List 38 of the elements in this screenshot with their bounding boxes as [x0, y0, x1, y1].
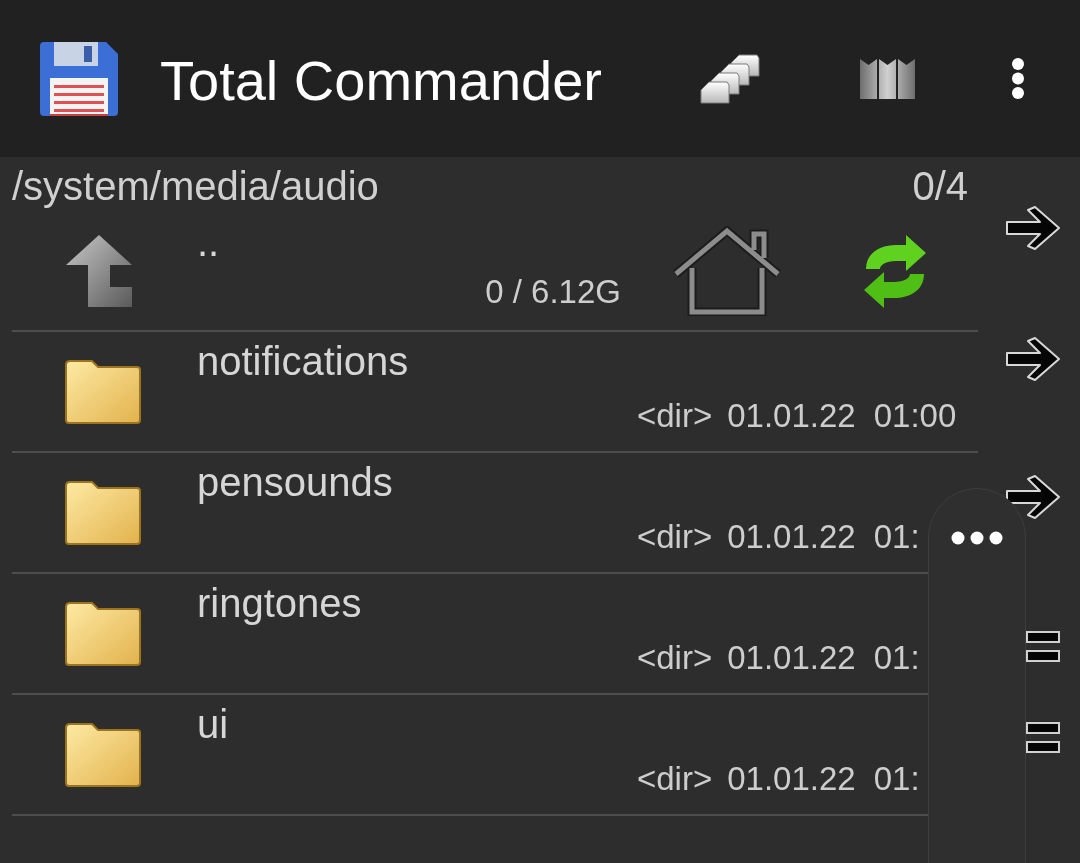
stacked-cards-icon[interactable]	[700, 52, 760, 105]
two-bars-icon[interactable]	[1026, 722, 1060, 753]
file-date: 01.01.22	[727, 762, 856, 796]
file-date: 01.01.22	[727, 520, 856, 554]
folder-name[interactable]: ringtones	[197, 583, 362, 623]
up-arrow-icon[interactable]	[66, 235, 132, 307]
two-bars-icon[interactable]	[1026, 631, 1060, 662]
arrow-right-icon[interactable]	[1005, 474, 1061, 520]
folder-icon	[64, 358, 142, 425]
ellipsis-icon	[951, 531, 1003, 545]
selection-count: 0/4	[912, 166, 968, 206]
file-type: <dir>	[637, 762, 713, 796]
folder-name[interactable]: notifications	[197, 341, 409, 381]
kebab-menu-icon[interactable]	[1011, 57, 1025, 100]
columns-icon[interactable]	[860, 58, 915, 99]
free-space-text: 0 / 6.12G	[485, 275, 621, 309]
file-date: 01.01.22	[727, 641, 856, 675]
file-time: 01:00	[873, 399, 957, 433]
file-type: <dir>	[637, 520, 713, 554]
file-type: <dir>	[637, 399, 713, 433]
arrow-right-icon[interactable]	[1005, 205, 1061, 251]
folder-icon	[64, 721, 142, 788]
app-title: Total Commander	[160, 47, 602, 111]
current-path: /system/media/audio	[12, 166, 379, 206]
folder-icon	[64, 479, 142, 546]
file-date: 01.01.22	[727, 399, 856, 433]
folder-name[interactable]: ui	[197, 704, 229, 744]
folder-icon	[64, 600, 142, 667]
file-time: 01:	[873, 520, 920, 554]
folder-name[interactable]: pensounds	[197, 462, 393, 502]
file-time: 01:	[873, 762, 920, 796]
refresh-icon[interactable]	[862, 234, 928, 308]
parent-folder-name[interactable]: ..	[197, 222, 220, 262]
arrow-right-icon[interactable]	[1005, 336, 1061, 382]
home-icon[interactable]	[672, 226, 782, 316]
file-time: 01:	[873, 641, 920, 675]
edge-panel-handle[interactable]	[928, 488, 1026, 863]
file-type: <dir>	[637, 641, 713, 675]
